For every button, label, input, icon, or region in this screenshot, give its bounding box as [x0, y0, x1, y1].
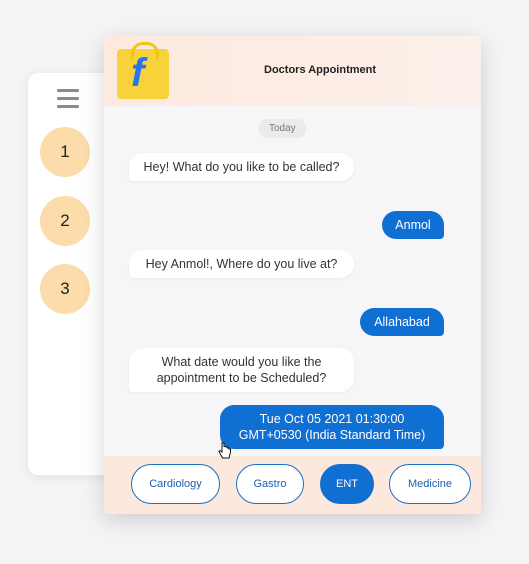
flipkart-logo-icon: f — [117, 42, 169, 99]
option-gastro-button[interactable]: Gastro — [236, 464, 304, 504]
bot-message: Hey! What do you like to be called? — [129, 153, 354, 181]
user-message: Tue Oct 05 2021 01:30:00 GMT+0530 (India… — [220, 405, 444, 449]
option-cardiology-button[interactable]: Cardiology — [131, 464, 220, 504]
page-title: Doctors Appointment — [264, 64, 377, 76]
date-separator: Today — [259, 119, 306, 138]
option-medicine-button[interactable]: Medicine — [389, 464, 471, 504]
step-3[interactable]: 3 — [40, 264, 90, 314]
options-bar: Cardiology Gastro ENT Medicine — [104, 456, 481, 514]
menu-icon[interactable] — [57, 89, 79, 108]
option-ent-button[interactable]: ENT — [320, 464, 374, 504]
step-1[interactable]: 1 — [40, 127, 90, 177]
bot-message: Hey Anmol!, Where do you live at? — [129, 250, 354, 278]
user-message: Allahabad — [360, 308, 444, 336]
step-2[interactable]: 2 — [40, 196, 90, 246]
user-message: Anmol — [382, 211, 444, 239]
hand-cursor-icon — [218, 442, 231, 459]
chat-header: f Doctors Appointment — [104, 36, 481, 106]
bot-message: What date would you like the appointment… — [129, 348, 354, 392]
chat-window: f Doctors Appointment Today Hey! What do… — [104, 36, 481, 514]
